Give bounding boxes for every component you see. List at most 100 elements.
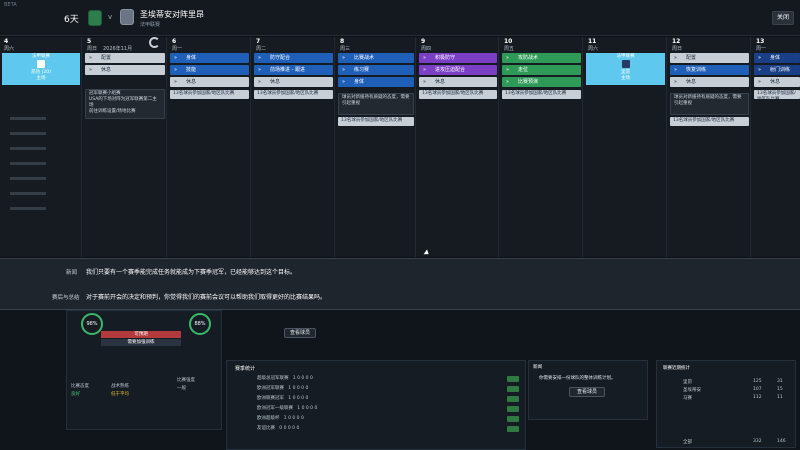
table-row[interactable]: 欧洲冠军一级联赛 1 0 0 0 0 (257, 405, 317, 411)
calendar-note-card[interactable]: 13名球员参加国家/地区队比赛 (170, 90, 249, 99)
chevron-icon: » (506, 55, 510, 61)
close-button[interactable]: 关闭 (772, 11, 794, 25)
match-slot[interactable]: 法甲联赛 昂热 (20) 主场 (2, 53, 80, 85)
training-session-pill[interactable]: » 进攻压迫配合 (419, 65, 497, 75)
message-text: 我们只要有一个赛季能完成任务就能成为下赛季冠军，已经能够达到这个目标。 (86, 269, 297, 276)
table-row[interactable]: 欧洲联赛冠军 1 0 0 0 0 (257, 395, 308, 401)
chevron-icon: » (423, 67, 427, 73)
day-column[interactable]: 6 周一 » 身体 » 技能 » 休息 13名球员参加国家/地区队比赛 (168, 37, 251, 257)
training-session-pill[interactable]: » 休息 (254, 77, 333, 87)
away-crest-icon (120, 9, 134, 25)
day-column[interactable]: 4 周六 法甲联赛 昂热 (20) 主场 (0, 37, 82, 257)
training-session-pill[interactable]: » 比赛预演 (502, 77, 581, 87)
calendar-note-card[interactable]: 13名球员参加国家/地区队比赛 (502, 90, 581, 99)
day-number: 5 (87, 38, 92, 45)
training-session-pill[interactable]: » 恢复训练 (670, 65, 749, 75)
stat-value: 一般 (177, 386, 186, 391)
training-session-pill[interactable]: » 休息 (419, 77, 497, 87)
day-column[interactable]: 7 周二 » 防守配合 » 前场推进 - 跟进 » 休息 13名球员参加国家/地区队比… (252, 37, 335, 257)
training-session-pill[interactable]: » 身体 (170, 53, 249, 63)
season-stats-panel: 赛季统计 超级总冠军联赛 1 0 0 0 0 欧洲冠军联赛 1 0 0 0 0 … (226, 360, 526, 450)
chevron-icon: » (423, 79, 427, 85)
calendar-note-card[interactable]: 13名球员参加国家/地区队比赛 (670, 117, 749, 126)
loading-spinner-icon (149, 37, 160, 48)
match-title[interactable]: 圣埃蒂安对阵里昂 (140, 9, 204, 20)
ring-gauge: 88% (189, 313, 211, 335)
training-session-pill[interactable]: » 比赛战术 (338, 53, 414, 63)
training-session-pill[interactable]: » 防守配合 (254, 53, 333, 63)
stat-value: 良好 (71, 392, 80, 397)
calendar-note-card[interactable]: 13名球员参加国家/地区队比赛 (254, 90, 333, 99)
panel-title: 新闻 (533, 365, 542, 370)
chevron-icon: » (342, 79, 346, 85)
training-session-pill[interactable]: » 休息 (85, 65, 165, 75)
day-column[interactable]: 11 周六 法甲联赛 里昂 主场 (584, 37, 667, 257)
competition-label: 法甲联赛 (140, 22, 161, 28)
calendar-note-card[interactable]: 13名球员参加国家/地区队比赛 (338, 117, 414, 126)
chevron-icon: » (258, 67, 262, 73)
day-number: 4 (4, 38, 9, 45)
table-row[interactable]: 圣埃蒂安 (683, 387, 701, 393)
chevron-icon: » (674, 79, 678, 85)
training-session-pill[interactable]: » 休息 (170, 77, 249, 87)
day-name: 周六 (588, 46, 599, 52)
stat-label: 比赛态度 (71, 384, 89, 389)
training-session-pill[interactable]: » 射门训练 (754, 65, 800, 75)
chevron-icon: » (342, 55, 346, 61)
training-session-pill[interactable]: » 攻防战术 (502, 53, 581, 63)
chevron-icon: » (174, 55, 178, 61)
panel-title: 联赛近期统计 (663, 366, 690, 371)
match-venue: 主场 (36, 76, 46, 81)
calendar-note-card[interactable]: 冠军联赛小组赛 USA的下场对阵为冠军联赛第二主场 前往训练设置/场地比赛 (85, 89, 165, 119)
training-session-pill[interactable]: » 身体 (754, 53, 800, 63)
training-session-pill[interactable]: » 技能 (170, 65, 249, 75)
day-name: 周一 (756, 46, 767, 52)
month-label: 2026年11月 (103, 46, 133, 52)
training-session-pill[interactable]: » 身体 (338, 77, 414, 87)
training-session-pill[interactable]: » 走位 (502, 65, 581, 75)
day-number: 10 (504, 38, 513, 45)
calendar-note-card[interactable]: 球员对新援持有质疑的态度，需要引起重视 (670, 93, 749, 115)
day-column[interactable]: 12 周日 » 配置 » 恢复训练 » 休息 球员对新援持有质疑的态度，需要引起重视 … (668, 37, 751, 257)
lower-panels: 98% 88% 可预期 需要加强训练 比赛态度 良好 战术熟练 低于平均 比赛强… (0, 310, 800, 450)
table-row[interactable]: 欧洲超级杯 1 0 0 0 0 (257, 415, 304, 421)
training-session-pill[interactable]: » 配置 (85, 53, 165, 63)
table-row[interactable]: 欧洲冠军联赛 1 0 0 0 0 (257, 385, 308, 391)
day-column[interactable]: 9 周四 » 积极防守 » 进攻压迫配合 » 休息 13名球员参加国家/地区队比赛 (417, 37, 499, 257)
status-chip (507, 376, 519, 382)
day-column[interactable]: 8 周三 » 比赛战术 » 练习赛 » 身体 球员对新援持有质疑的态度，需要引起重视 … (336, 37, 416, 257)
day-column[interactable]: 13 周一 »身体 »射门训练 »休息 13名球员参加国家/地区队比赛 (752, 37, 800, 257)
chevron-icon: » (174, 79, 178, 85)
table-row[interactable]: 友谊比赛 0 0 0 0 0 (257, 425, 299, 431)
training-session-pill[interactable]: » 积极防守 (419, 53, 497, 63)
note-footer: 前往训练设置/场地比赛 (89, 109, 136, 114)
table-row[interactable]: 里昂 (683, 379, 692, 385)
chevron-icon: » (258, 79, 262, 85)
table-row[interactable]: 超级总冠军联赛 1 0 0 0 0 (257, 375, 313, 381)
day-name: 周三 (340, 46, 351, 52)
calendar-note-card[interactable]: 13名球员参加国家/地区队比赛 (754, 90, 800, 99)
status-chip (507, 406, 519, 412)
match-slot[interactable]: 法甲联赛 里昂 主场 (586, 53, 665, 85)
training-session-pill[interactable]: » 配置 (670, 53, 749, 63)
training-session-pill[interactable]: » 前场推进 - 跟进 (254, 65, 333, 75)
day-name: 周一 (172, 46, 183, 52)
status-badge: 需要加强训练 (101, 339, 181, 346)
table-row[interactable]: 全部 (683, 439, 692, 445)
ring-gauge: 98% (81, 313, 103, 335)
table-row[interactable]: 马赛 (683, 395, 692, 401)
home-crest-icon (88, 10, 102, 26)
training-session-pill[interactable]: » 休息 (670, 77, 749, 87)
view-players-button[interactable]: 查看球员 (284, 328, 316, 338)
calendar-note-card[interactable]: 球员对新援持有质疑的态度，需要引起重视 (338, 93, 414, 115)
day-column[interactable]: 5 周日 2026年11月 » 配置 » 休息 冠军联赛小组赛 USA的下场对阵为冠… (83, 37, 167, 257)
calendar-note-card[interactable]: 13名球员参加国家/地区队比赛 (419, 90, 497, 99)
day-column[interactable]: 10 周五 » 攻防战术 » 走位 » 比赛预演 13名球员参加国家/地区队比赛 (500, 37, 583, 257)
day-name: 周日 (672, 46, 683, 52)
chevron-icon: » (506, 67, 510, 73)
training-session-pill[interactable]: » 休息 (754, 77, 800, 87)
top-bar: BETA 6天 v 圣埃蒂安对阵里昂 法甲联赛 关闭 (0, 0, 800, 36)
training-session-pill[interactable]: » 练习赛 (338, 65, 414, 75)
note-text: USA的下场对阵为冠军联赛第二主场 (89, 97, 157, 108)
view-players-button[interactable]: 查看球员 (569, 387, 605, 397)
